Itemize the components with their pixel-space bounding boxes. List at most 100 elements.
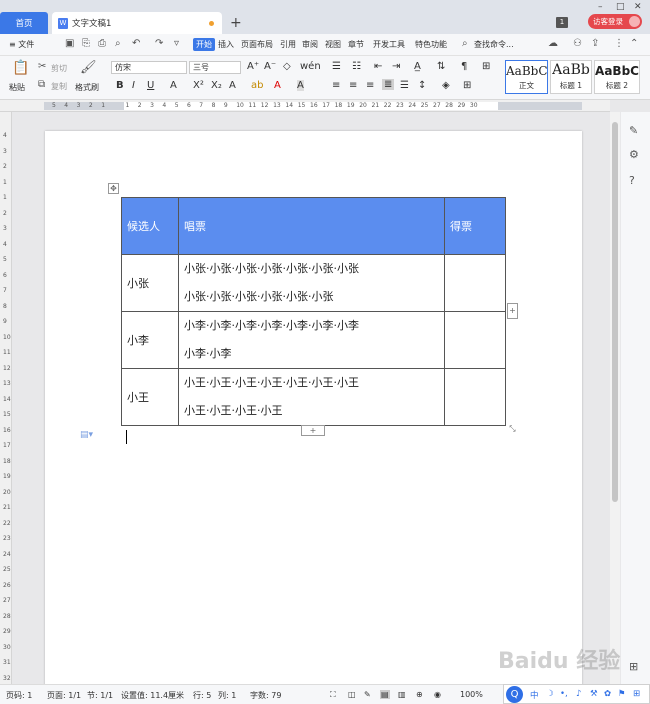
ballot-cell[interactable]: 小李·小李·小李·小李·小李·小李·小李 小李·小李 (178, 311, 445, 369)
header-ballot[interactable]: 唱票 (178, 197, 445, 255)
apps-icon[interactable]: ⊞ (629, 660, 638, 673)
vertical-scrollbar[interactable] (610, 112, 620, 684)
table-icon[interactable]: ⊞ (482, 61, 490, 72)
sort-icon[interactable]: ⇅ (437, 61, 445, 72)
menu-start[interactable]: 开始 (193, 38, 215, 51)
eye-protect-icon[interactable]: ◉ (434, 690, 441, 699)
style-heading-2[interactable]: AaBbC 标题 2 (594, 60, 640, 94)
undo-icon[interactable]: ↶ (132, 38, 140, 49)
votes-cell[interactable] (444, 368, 506, 426)
align-right-icon[interactable]: ≡ (366, 80, 374, 91)
resize-table-icon[interactable]: ⤡ (507, 424, 518, 435)
increase-indent-icon[interactable]: ⇥ (392, 61, 400, 72)
text-effect-icon[interactable]: A (229, 80, 236, 91)
format-painter-icon[interactable]: 🖌 (80, 60, 97, 75)
show-marks-icon[interactable]: ¶ (461, 61, 467, 72)
borders-icon[interactable]: ⊞ (463, 80, 471, 91)
header-votes[interactable]: 得票 (444, 197, 506, 255)
strikethrough-icon[interactable]: A (170, 80, 177, 91)
status-col[interactable]: 列: 1 (218, 690, 236, 701)
status-pages[interactable]: 页面: 1/1 (47, 690, 81, 701)
write-mode-icon[interactable]: ✎ (364, 690, 371, 699)
superscript-icon[interactable]: X² (193, 80, 204, 91)
copy-button[interactable]: 复制 (51, 81, 67, 92)
menu-view[interactable]: 视图 (325, 39, 341, 50)
paragraph-menu-icon[interactable]: ▤▾ (80, 430, 93, 440)
font-color-icon[interactable]: A (274, 80, 281, 91)
bold-icon[interactable]: B (116, 80, 124, 91)
underline-icon[interactable]: U (147, 80, 154, 91)
ime-punct-icon[interactable]: •, (560, 689, 568, 699)
shading-icon[interactable]: ◈ (442, 80, 450, 91)
candidate-cell[interactable]: 小张 (121, 254, 179, 312)
status-section[interactable]: 节: 1/1 (87, 690, 113, 701)
pinyin-icon[interactable]: wén (300, 61, 321, 72)
votes-cell[interactable] (444, 311, 506, 369)
preview-icon[interactable]: ⌕ (115, 38, 121, 49)
char-shading-icon[interactable]: A (297, 80, 304, 91)
tab-document[interactable]: W 文字文稿1 (52, 12, 222, 34)
ime-logo-icon[interactable]: Q (506, 686, 523, 703)
numbering-icon[interactable]: ☷ (352, 61, 361, 72)
redo-icon[interactable]: ↷ (155, 38, 163, 49)
ballot-cell[interactable]: 小王·小王·小王·小王·小王·小王·小王 小王·小王·小王·小王 (178, 368, 445, 426)
minimize-icon[interactable]: – (598, 2, 603, 12)
settings-icon[interactable]: ⚙ (629, 148, 639, 161)
font-size-select[interactable]: 三号 (189, 61, 241, 74)
status-page[interactable]: 页码: 1 (6, 690, 32, 701)
chinese-layout-icon[interactable]: A̲ (414, 61, 421, 72)
paste-icon[interactable]: 📋 (12, 60, 29, 76)
copy-icon[interactable]: ⧉ (38, 79, 45, 90)
shrink-font-icon[interactable]: A⁻ (264, 61, 276, 72)
ime-voice-icon[interactable]: ♪ (576, 689, 581, 699)
print-icon[interactable]: ⎙ (98, 38, 106, 49)
guest-login-button[interactable]: 访客登录 (588, 14, 642, 29)
status-words[interactable]: 字数: 79 (250, 690, 281, 701)
cut-button[interactable]: 剪切 (51, 63, 67, 74)
export-icon[interactable]: ⎘ (82, 38, 90, 49)
font-family-select[interactable]: 仿宋 (111, 61, 187, 74)
ballot-cell[interactable]: 小张·小张·小张·小张·小张·小张·小张 小张·小张·小张·小张·小张·小张 (178, 254, 445, 312)
vote-table[interactable]: 候选人 唱票 得票 小张 小张·小张·小张·小张·小张·小张·小张 小张·小张·小… (121, 197, 506, 426)
votes-cell[interactable] (444, 254, 506, 312)
menu-insert[interactable]: 插入 (218, 39, 234, 50)
scrollbar-thumb[interactable] (612, 122, 618, 502)
clear-format-icon[interactable]: ◇ (283, 61, 291, 72)
collapse-ribbon-icon[interactable]: ⌃ (630, 38, 638, 49)
cut-icon[interactable]: ✂ (38, 61, 46, 72)
style-normal[interactable]: AaBbCcDd 正文 (505, 60, 548, 94)
ime-mode[interactable]: 中 (530, 689, 539, 701)
ime-moon-icon[interactable]: ☽ (546, 689, 554, 699)
status-setting[interactable]: 设置值: 11.4厘米 (121, 690, 184, 701)
zoom-level[interactable]: 100% (460, 690, 483, 699)
distribute-icon[interactable]: ☰ (400, 80, 409, 91)
save-icon[interactable]: ▣ (65, 38, 74, 49)
align-left-icon[interactable]: ≡ (332, 80, 340, 91)
menu-layout[interactable]: 页面布局 (241, 39, 273, 50)
line-spacing-icon[interactable]: ↕ (418, 80, 426, 91)
grow-font-icon[interactable]: A⁺ (247, 61, 259, 72)
menu-developer[interactable]: 开发工具 (373, 39, 405, 50)
menu-references[interactable]: 引用 (280, 39, 296, 50)
add-column-icon[interactable]: + (507, 303, 518, 319)
collaborate-icon[interactable]: ⚇ (573, 38, 582, 49)
window-count-badge[interactable]: 1 (556, 17, 568, 28)
fullscreen-icon[interactable]: ⛶ (330, 690, 336, 700)
menu-review[interactable]: 审阅 (302, 39, 318, 50)
table-move-handle-icon[interactable]: ✥ (108, 183, 119, 194)
cloud-icon[interactable]: ☁ (548, 38, 558, 49)
ime-shirt-icon[interactable]: ⚑ (618, 689, 626, 699)
decrease-indent-icon[interactable]: ⇤ (374, 61, 382, 72)
help-icon[interactable]: ? (629, 174, 635, 187)
close-icon[interactable]: ✕ (634, 2, 642, 12)
status-row[interactable]: 行: 5 (193, 690, 211, 701)
edit-icon[interactable]: ✎ (629, 124, 638, 137)
command-search-input[interactable]: 查找命令... (474, 39, 514, 50)
vertical-ruler[interactable]: 4 3 2 1 1 2 3 4 5 6 7 8 9 10 11 12 13 14 15 16 17 18 19 20 21 22 2… (0, 112, 12, 684)
candidate-cell[interactable]: 小李 (121, 311, 179, 369)
paste-button[interactable]: 粘贴 (9, 82, 25, 93)
tab-home[interactable]: 首页 (0, 12, 48, 34)
add-row-icon[interactable]: + (301, 425, 325, 436)
share-icon[interactable]: ⇪ (591, 38, 599, 49)
bullets-icon[interactable]: ☰ (332, 61, 341, 72)
